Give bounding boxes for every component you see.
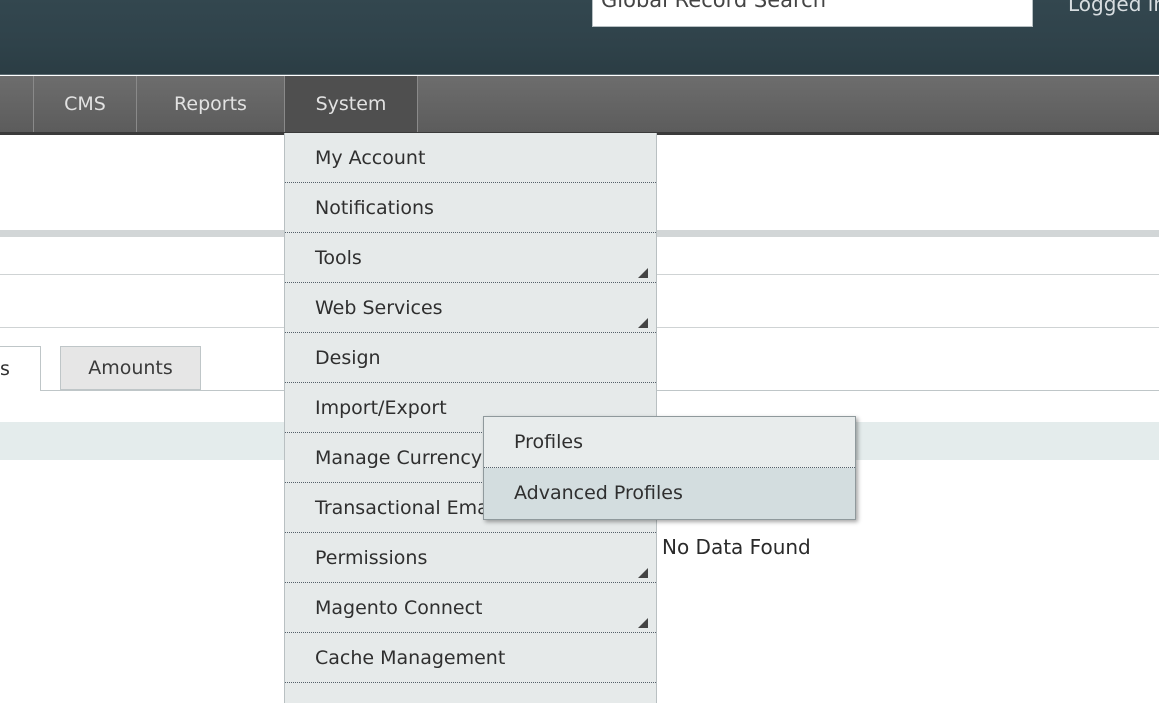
global-search-input[interactable]: Global Record Search (592, 0, 1033, 27)
tab-partial[interactable]: s (0, 346, 41, 391)
menu-item-label: Manage Currency (315, 447, 483, 469)
menu-item-label: Magento Connect (315, 597, 483, 619)
tab-amounts[interactable]: Amounts (60, 346, 201, 390)
menu-item-label: Cache Management (315, 647, 506, 669)
menu-item-label: Notifications (315, 197, 434, 219)
menu-item-permissions[interactable]: Permissions (285, 533, 656, 583)
menu-item-web-services[interactable]: Web Services (285, 283, 656, 333)
nav-system[interactable]: System (284, 76, 418, 132)
menu-item-label: Tools (315, 247, 362, 269)
no-data-message: No Data Found (662, 535, 811, 559)
menu-item-my-account[interactable]: My Account (285, 133, 656, 183)
global-search-text: Global Record Search (601, 0, 827, 12)
import-export-submenu: Profiles Advanced Profiles (483, 416, 856, 520)
menu-item-label: Import/Export (315, 397, 447, 419)
menu-item-label: My Account (315, 147, 426, 169)
menu-item-tools[interactable]: Tools (285, 233, 656, 283)
menu-item-cache-management[interactable]: Cache Management (285, 633, 656, 683)
submenu-arrow-icon (638, 318, 648, 328)
submenu-item-profiles[interactable]: Profiles (484, 417, 855, 468)
main-nav: CMS Reports System (0, 76, 1159, 135)
nav-reports[interactable]: Reports (136, 76, 284, 132)
submenu-item-advanced-profiles[interactable]: Advanced Profiles (484, 468, 855, 519)
menu-item-magento-connect[interactable]: Magento Connect (285, 583, 656, 633)
nav-cms[interactable]: CMS (33, 76, 136, 132)
menu-item-notifications[interactable]: Notifications (285, 183, 656, 233)
submenu-arrow-icon (638, 268, 648, 278)
logged-in-text: Logged in (1068, 0, 1159, 16)
admin-header: Global Record Search Logged in (0, 0, 1159, 75)
submenu-arrow-icon (638, 568, 648, 578)
menu-item-label: Permissions (315, 547, 428, 569)
menu-item-label: Design (315, 347, 381, 369)
menu-item-design[interactable]: Design (285, 333, 656, 383)
submenu-arrow-icon (638, 618, 648, 628)
menu-item-label: Transactional Emails (315, 497, 510, 519)
menu-item-label: Web Services (315, 297, 443, 319)
